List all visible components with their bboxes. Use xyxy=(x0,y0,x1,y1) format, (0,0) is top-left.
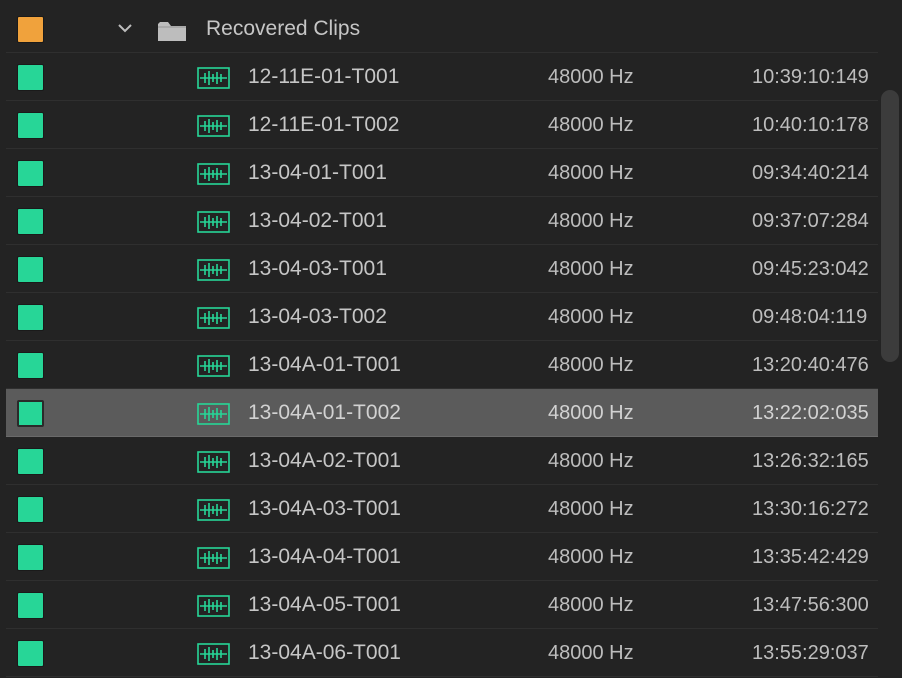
folder-color-label[interactable] xyxy=(17,16,44,43)
clip-name[interactable]: 13-04A-03-T001 xyxy=(248,485,401,533)
audio-clip-icon xyxy=(197,115,230,137)
audio-clip-icon xyxy=(197,643,230,665)
clip-row[interactable]: 13-04A-04-T001 48000 Hz 13:35:42:429 xyxy=(6,533,878,581)
clip-sample-rate: 48000 Hz xyxy=(548,210,634,232)
clip-row[interactable]: 13-04A-05-T001 48000 Hz 13:47:56:300 xyxy=(6,581,878,629)
clip-name[interactable]: 12-11E-01-T002 xyxy=(248,101,399,149)
audio-clip-icon xyxy=(197,595,230,617)
clip-sample-rate: 48000 Hz xyxy=(548,546,634,568)
clip-color-label[interactable] xyxy=(17,112,44,139)
clip-name[interactable]: 12-11E-01-T001 xyxy=(248,53,399,101)
clip-color-label[interactable] xyxy=(17,352,44,379)
folder-row[interactable]: Recovered Clips xyxy=(6,5,878,53)
audio-clip-icon xyxy=(197,547,230,569)
clip-row[interactable]: 13-04A-06-T001 48000 Hz 13:55:29:037 xyxy=(6,629,878,677)
clip-row[interactable]: 13-04-01-T001 48000 Hz 09:34:40:214 xyxy=(6,149,878,197)
clip-timecode: 13:55:29:037 xyxy=(752,642,869,664)
clip-color-label[interactable] xyxy=(17,64,44,91)
clip-name[interactable]: 13-04-03-T001 xyxy=(248,245,387,293)
clip-sample-rate: 48000 Hz xyxy=(548,402,634,424)
clip-name[interactable]: 13-04-02-T001 xyxy=(248,197,387,245)
clip-name[interactable]: 13-04A-04-T001 xyxy=(248,533,401,581)
clip-row[interactable]: 13-04A-02-T001 48000 Hz 13:26:32:165 xyxy=(6,437,878,485)
clip-color-label[interactable] xyxy=(17,256,44,283)
folder-icon xyxy=(158,22,186,41)
clip-timecode: 10:39:10:149 xyxy=(752,66,869,88)
clip-timecode: 10:40:10:178 xyxy=(752,114,869,136)
clip-sample-rate: 48000 Hz xyxy=(548,498,634,520)
clip-color-label[interactable] xyxy=(17,304,44,331)
audio-clip-icon xyxy=(197,307,230,329)
clip-sample-rate: 48000 Hz xyxy=(548,66,634,88)
clip-row[interactable]: 13-04A-01-T001 48000 Hz 13:20:40:476 xyxy=(6,341,878,389)
audio-clip-icon xyxy=(197,451,230,473)
folder-name: Recovered Clips xyxy=(206,17,361,40)
clip-row[interactable]: 13-04-03-T001 48000 Hz 09:45:23:042 xyxy=(6,245,878,293)
audio-clip-icon xyxy=(197,259,230,281)
clip-color-label[interactable] xyxy=(17,592,44,619)
clip-name[interactable]: 13-04A-06-T001 xyxy=(248,629,401,677)
clip-sample-rate: 48000 Hz xyxy=(548,450,634,472)
clip-sample-rate: 48000 Hz xyxy=(548,594,634,616)
project-panel: Recovered Clips 12-11E-01-T001 48000 Hz 10… xyxy=(0,0,902,678)
clip-timecode: 09:37:07:284 xyxy=(752,210,869,232)
clip-timecode: 13:47:56:300 xyxy=(752,594,869,616)
clip-sample-rate: 48000 Hz xyxy=(548,162,634,184)
clip-timecode: 13:20:40:476 xyxy=(752,354,869,376)
audio-clip-icon xyxy=(197,163,230,185)
clip-color-label[interactable] xyxy=(17,208,44,235)
clip-color-label[interactable] xyxy=(17,160,44,187)
clip-timecode: 13:30:16:272 xyxy=(752,498,869,520)
clip-timecode: 09:48:04:119 xyxy=(752,306,868,328)
clip-name[interactable]: 13-04-01-T001 xyxy=(248,149,387,197)
clip-color-label[interactable] xyxy=(17,448,44,475)
audio-clip-icon xyxy=(197,355,230,377)
clip-sample-rate: 48000 Hz xyxy=(548,114,634,136)
clip-sample-rate: 48000 Hz xyxy=(548,258,634,280)
clip-name[interactable]: 13-04A-02-T001 xyxy=(248,437,401,485)
clip-row[interactable]: 12-11E-01-T002 48000 Hz 10:40:10:178 xyxy=(6,101,878,149)
clip-name[interactable]: 13-04A-01-T002 xyxy=(248,389,401,437)
audio-clip-icon xyxy=(197,403,230,425)
clip-timecode: 09:34:40:214 xyxy=(752,162,869,184)
clip-sample-rate: 48000 Hz xyxy=(548,306,634,328)
clip-row[interactable]: 13-04A-01-T002 48000 Hz 13:22:02:035 xyxy=(6,389,878,437)
clip-color-label[interactable] xyxy=(17,496,44,523)
clip-color-label[interactable] xyxy=(17,400,44,427)
chevron-down-icon[interactable] xyxy=(116,19,134,37)
clip-sample-rate: 48000 Hz xyxy=(548,354,634,376)
clip-timecode: 09:45:23:042 xyxy=(752,258,869,280)
clip-timecode: 13:26:32:165 xyxy=(752,450,869,472)
clip-color-label[interactable] xyxy=(17,544,44,571)
clip-row[interactable]: 13-04-02-T001 48000 Hz 09:37:07:284 xyxy=(6,197,878,245)
clip-row[interactable]: 12-11E-01-T001 48000 Hz 10:39:10:149 xyxy=(6,53,878,101)
clip-name[interactable]: 13-04-03-T002 xyxy=(248,293,387,341)
clip-color-label[interactable] xyxy=(17,640,44,667)
clip-name[interactable]: 13-04A-05-T001 xyxy=(248,581,401,629)
audio-clip-icon xyxy=(197,67,230,89)
clip-row[interactable]: 13-04A-03-T001 48000 Hz 13:30:16:272 xyxy=(6,485,878,533)
clip-timecode: 13:35:42:429 xyxy=(752,546,869,568)
audio-clip-icon xyxy=(197,499,230,521)
clip-name[interactable]: 13-04A-01-T001 xyxy=(248,341,401,389)
clip-sample-rate: 48000 Hz xyxy=(548,642,634,664)
scrollbar-thumb[interactable] xyxy=(881,90,899,362)
clip-timecode: 13:22:02:035 xyxy=(752,402,869,424)
clip-row[interactable]: 13-04-03-T002 48000 Hz 09:48:04:119 xyxy=(6,293,878,341)
audio-clip-icon xyxy=(197,211,230,233)
